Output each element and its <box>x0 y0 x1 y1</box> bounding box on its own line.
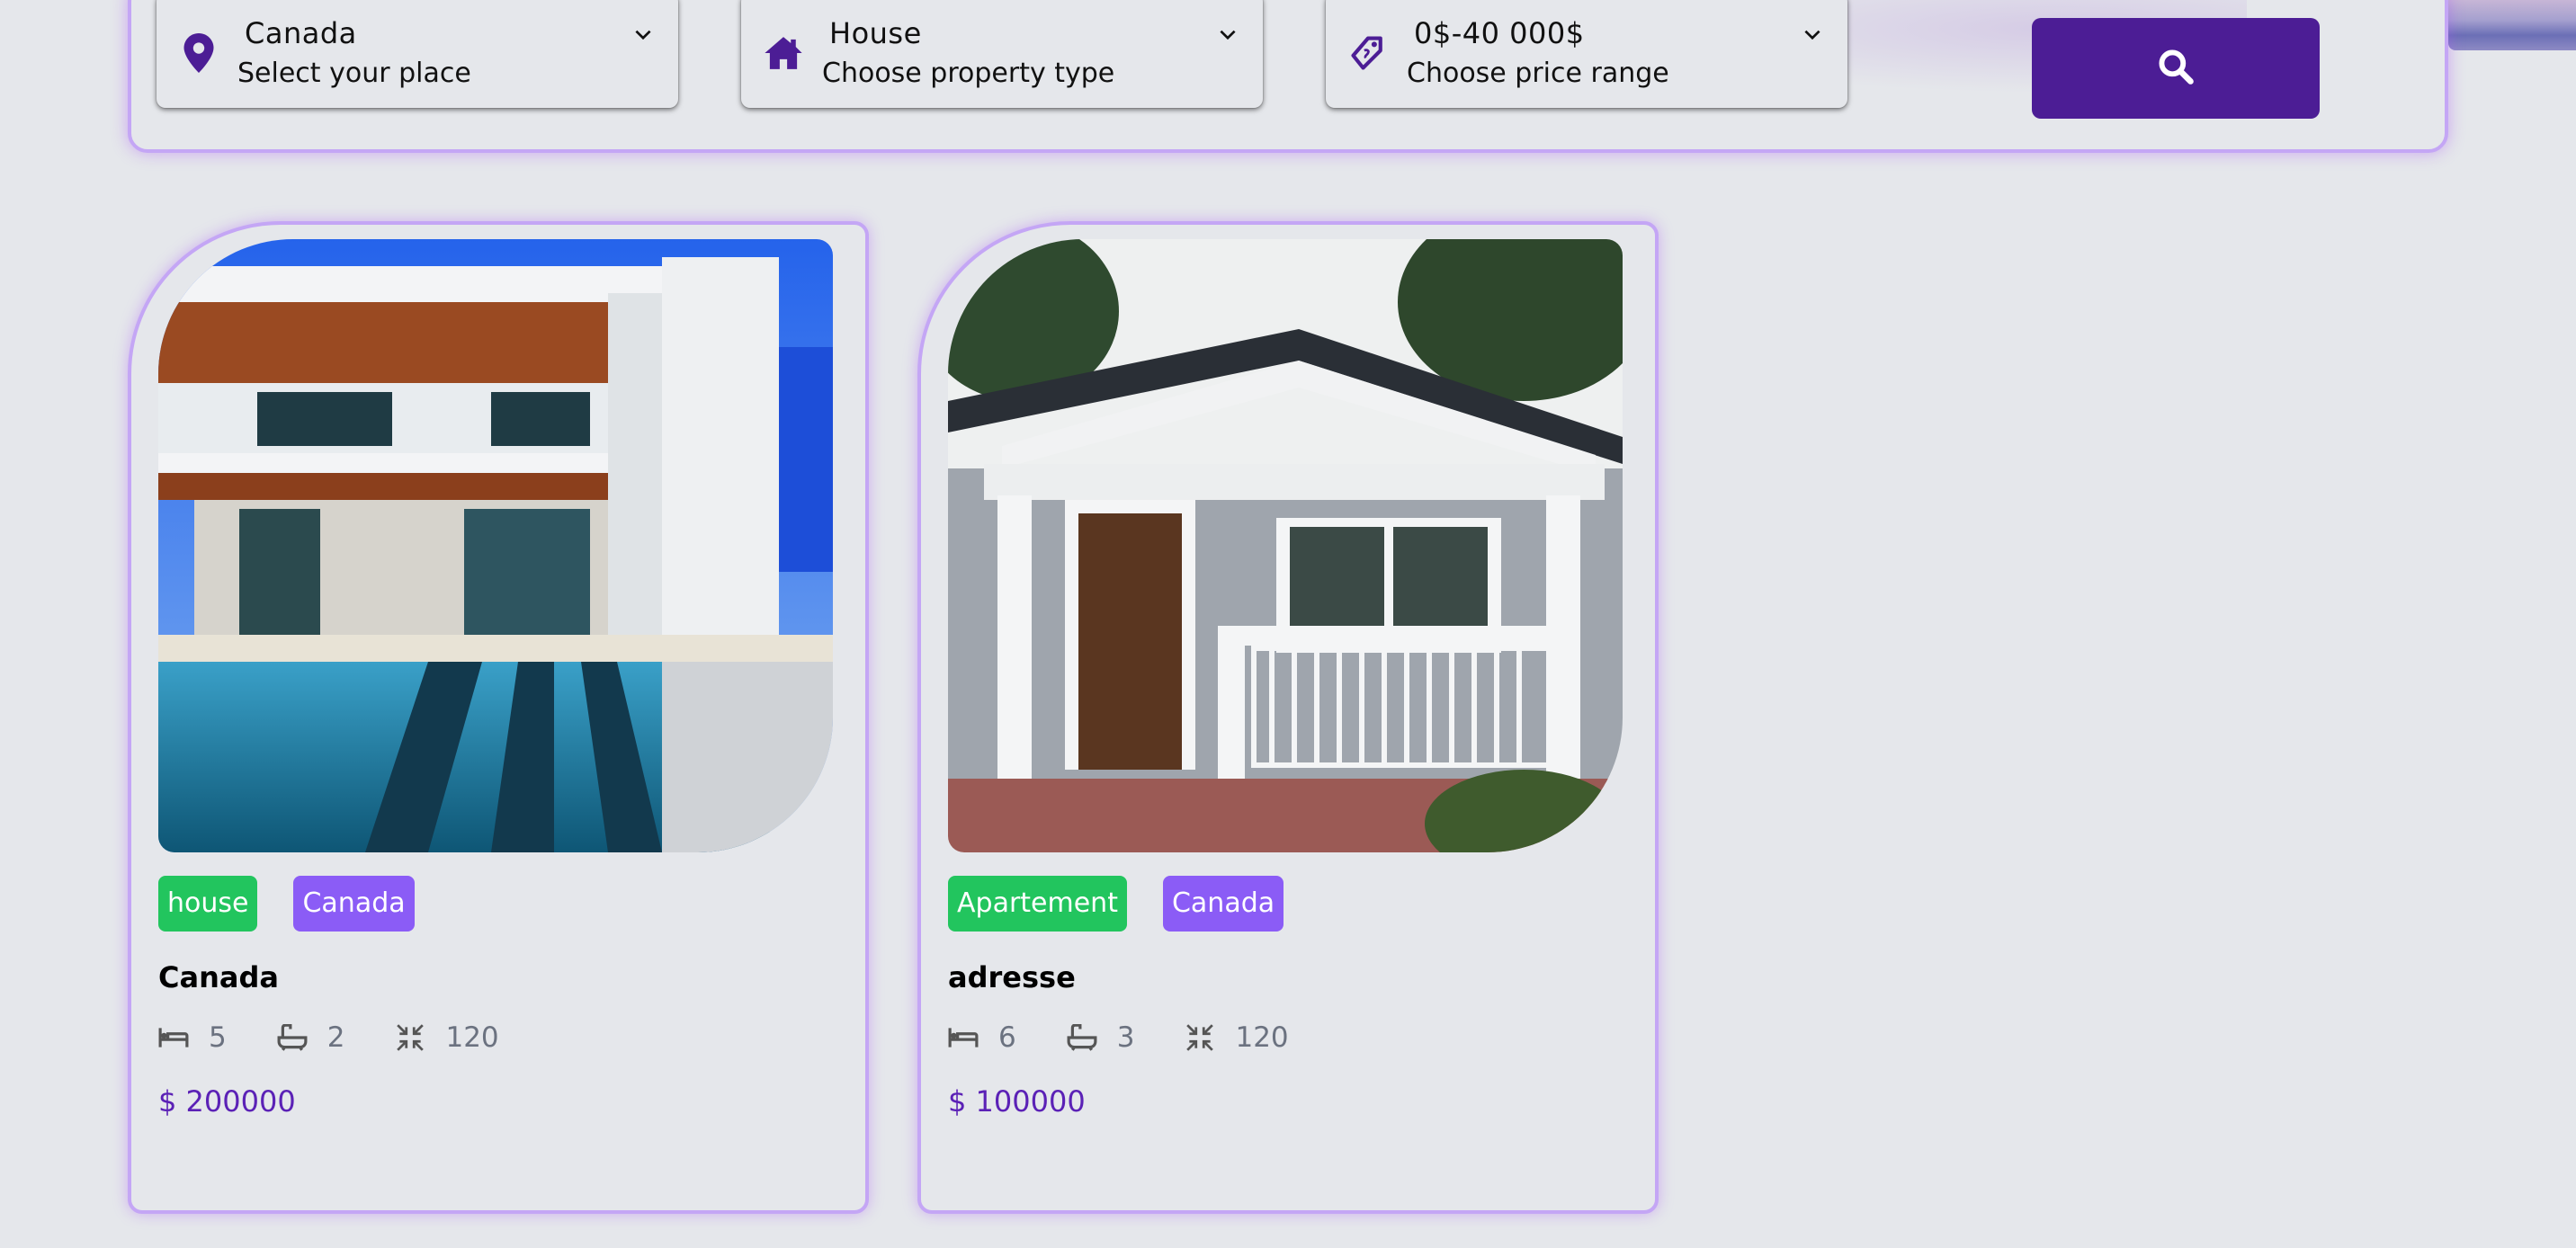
map-pin-icon <box>178 32 219 74</box>
listing-photo[interactable] <box>948 239 1623 852</box>
location-tag[interactable]: Canada <box>293 876 415 932</box>
location-tag[interactable]: Canada <box>1162 876 1284 932</box>
listing-card[interactable]: Apartement Canada adresse 6 3 120 $ 1000… <box>917 221 1659 1214</box>
house-icon <box>763 32 804 74</box>
chevron-down-icon <box>1216 23 1239 47</box>
bathtub-icon <box>1067 1024 1097 1051</box>
property-type-tag[interactable]: Apartement <box>948 876 1127 932</box>
property-type-dropdown[interactable]: House Choose property type <box>741 0 1263 108</box>
area-feature: 120 <box>395 1021 499 1054</box>
chevron-down-icon <box>1801 23 1824 47</box>
bedrooms-feature: 6 <box>948 1021 1016 1054</box>
place-hint: Select your place <box>237 58 471 89</box>
listing-price: $ 100000 <box>948 1084 1086 1119</box>
listing-card[interactable]: house Canada Canada 5 2 120 $ 200000 <box>128 221 869 1214</box>
bathrooms-count: 3 <box>1116 1021 1135 1054</box>
bed-icon <box>948 1028 979 1047</box>
chevron-down-icon <box>631 23 655 47</box>
bedrooms-count: 5 <box>209 1021 227 1054</box>
listing-title[interactable]: Canada <box>158 960 279 994</box>
price-range-hint: Choose price range <box>1407 58 1669 89</box>
search-panel: Canada Select your place House Choose pr… <box>128 0 2448 153</box>
area-feature: 120 <box>1185 1021 1289 1054</box>
background-photo-strip <box>2448 0 2576 50</box>
area-value: 120 <box>1235 1021 1289 1054</box>
compress-arrows-icon <box>397 1024 425 1051</box>
listing-price: $ 200000 <box>158 1084 296 1119</box>
property-type-value: House <box>829 16 922 50</box>
search-icon <box>2156 47 2196 90</box>
bedrooms-feature: 5 <box>158 1021 227 1054</box>
listing-title[interactable]: adresse <box>948 960 1076 994</box>
bathtub-icon <box>277 1024 308 1051</box>
area-value: 120 <box>445 1021 499 1054</box>
search-button[interactable] <box>2032 18 2320 119</box>
price-range-value: 0$-40 000$ <box>1414 16 1585 50</box>
bathrooms-feature: 3 <box>1067 1021 1135 1054</box>
bedrooms-count: 6 <box>998 1021 1016 1054</box>
listing-photo[interactable] <box>158 239 833 852</box>
place-value: Canada <box>245 16 357 50</box>
property-type-hint: Choose property type <box>822 58 1115 89</box>
bathrooms-feature: 2 <box>277 1021 345 1054</box>
place-dropdown[interactable]: Canada Select your place <box>157 0 678 108</box>
property-type-tag[interactable]: house <box>158 876 258 932</box>
compress-arrows-icon <box>1186 1024 1214 1051</box>
price-tag-icon <box>1347 32 1389 74</box>
bed-icon <box>158 1028 189 1047</box>
price-range-dropdown[interactable]: 0$-40 000$ Choose price range <box>1326 0 1847 108</box>
bathrooms-count: 2 <box>326 1021 345 1054</box>
